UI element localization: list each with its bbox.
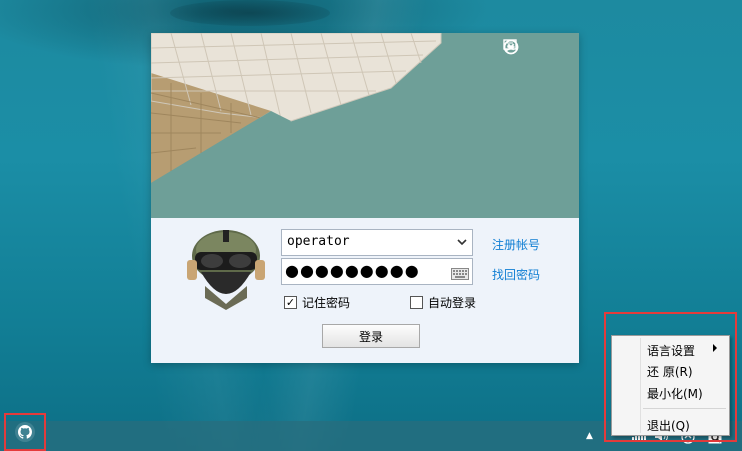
password-input[interactable]: ●●●●●●●●● bbox=[281, 258, 473, 285]
auto-login-checkbox[interactable] bbox=[410, 296, 423, 309]
auto-login-option[interactable]: 自动登录 bbox=[410, 294, 476, 311]
menu-item-restore[interactable]: 还 原(R) bbox=[647, 363, 693, 380]
account-value: operator bbox=[287, 234, 350, 249]
minimize-icon[interactable] bbox=[503, 39, 545, 55]
chevron-down-icon[interactable] bbox=[455, 235, 469, 249]
login-window: operator ●●●●●●●●● 注册帐号 找回密码 ✓ 记住密码 自动登录… bbox=[151, 33, 579, 363]
avatar[interactable] bbox=[187, 226, 265, 310]
github-octocat-icon bbox=[15, 422, 35, 442]
banner-image bbox=[151, 33, 579, 218]
tray-expand-arrow-icon[interactable]: ▲ bbox=[586, 431, 593, 441]
keyboard-icon[interactable] bbox=[451, 265, 469, 280]
start-button[interactable] bbox=[4, 413, 46, 451]
window-controls bbox=[503, 39, 571, 55]
remember-password-checkbox[interactable]: ✓ bbox=[284, 296, 297, 309]
close-icon[interactable] bbox=[503, 39, 571, 55]
auto-login-label: 自动登录 bbox=[428, 296, 477, 310]
menu-item-minimize[interactable]: 最小化(M) bbox=[647, 385, 703, 402]
login-form: operator ●●●●●●●●● 注册帐号 找回密码 ✓ 记住密码 自动登录… bbox=[151, 218, 579, 363]
register-account-link[interactable]: 注册帐号 bbox=[492, 236, 540, 253]
recover-password-link[interactable]: 找回密码 bbox=[492, 266, 540, 283]
background-shadow bbox=[170, 0, 330, 26]
account-input[interactable]: operator bbox=[281, 229, 473, 256]
menu-item-quit[interactable]: 退出(Q) bbox=[647, 417, 690, 434]
menu-separator bbox=[643, 408, 726, 409]
remember-password-option[interactable]: ✓ 记住密码 bbox=[284, 294, 350, 311]
login-button[interactable]: 登录 bbox=[322, 324, 420, 348]
tray-context-menu: 语言设置 还 原(R) 最小化(M) 退出(Q) bbox=[611, 335, 730, 436]
login-banner bbox=[151, 33, 579, 218]
remember-password-label: 记住密码 bbox=[302, 296, 351, 310]
password-mask: ●●●●●●●●● bbox=[285, 261, 420, 280]
submenu-arrow-icon bbox=[713, 344, 717, 352]
menu-item-language-settings[interactable]: 语言设置 bbox=[647, 342, 695, 359]
